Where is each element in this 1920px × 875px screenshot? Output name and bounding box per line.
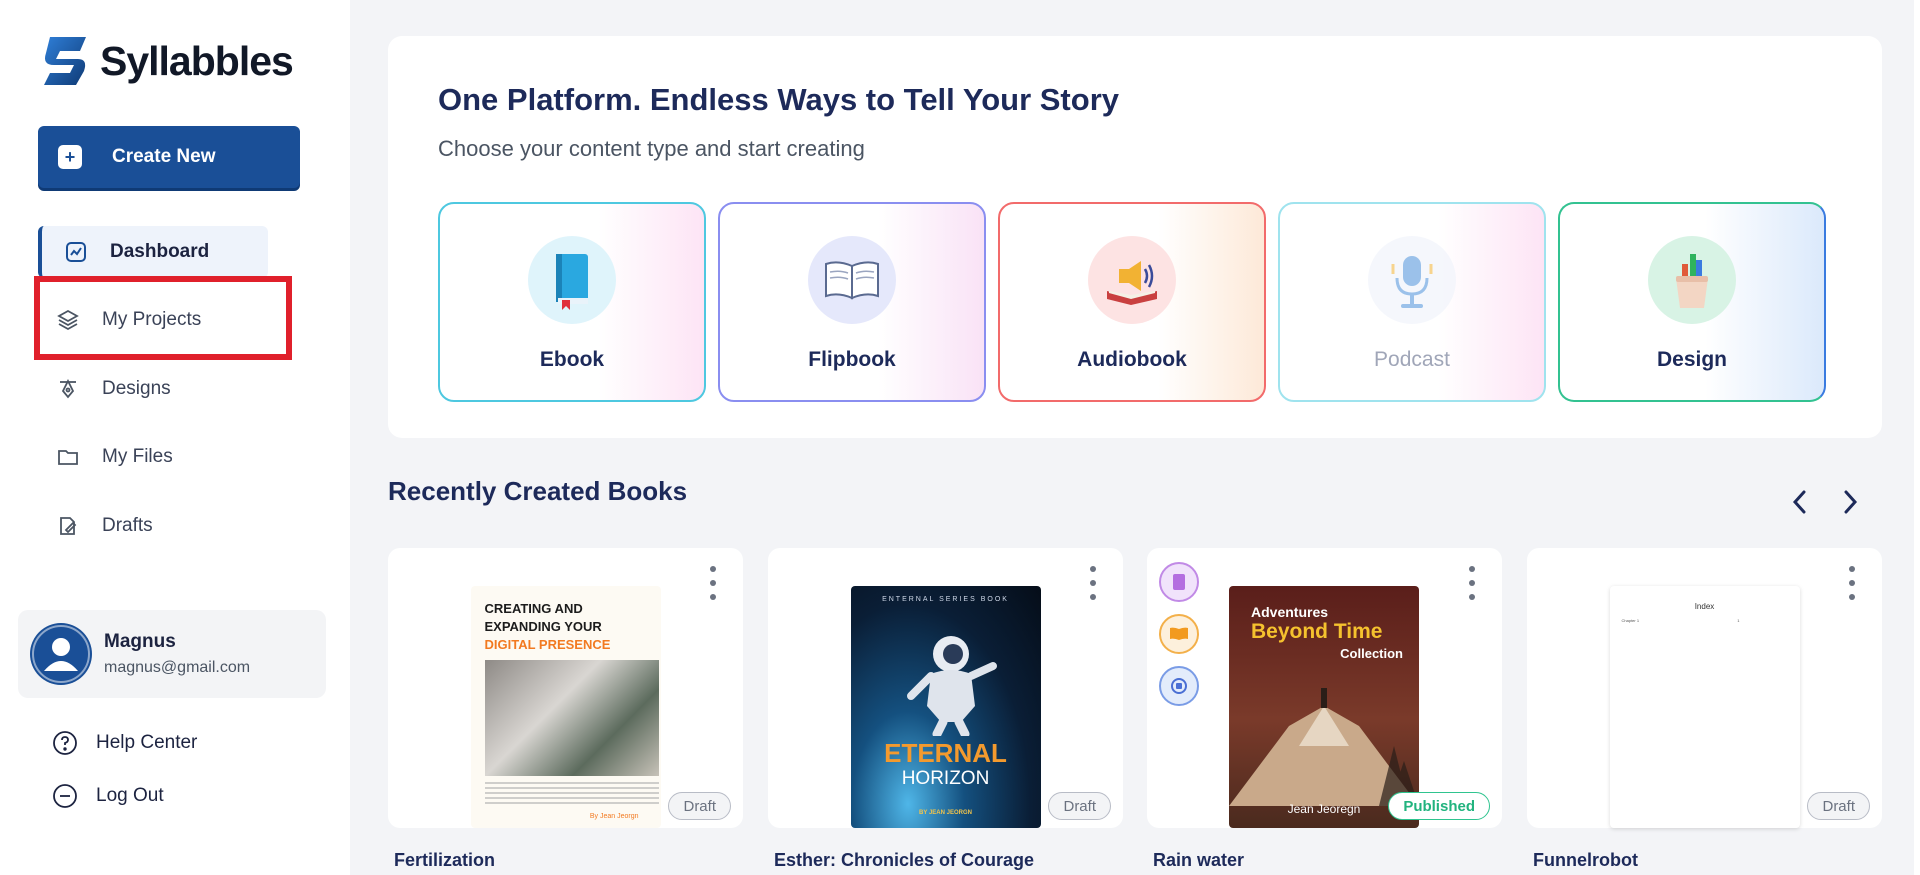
hero-subtitle: Choose your content type and start creat… bbox=[438, 136, 865, 161]
cover-series: ENTERNAL SERIES BOOK bbox=[882, 596, 1009, 603]
dashboard-icon bbox=[62, 238, 90, 266]
hero-title: One Platform. Endless Ways to Tell Your … bbox=[438, 82, 1120, 117]
drafts-icon bbox=[54, 512, 82, 540]
book-title[interactable]: Funnelrobot bbox=[1533, 850, 1638, 871]
cover-author: By Jean Jeorgn bbox=[589, 813, 639, 820]
book-card[interactable]: ENTERNAL SERIES BOOK ETERNAL HORIZON BY … bbox=[768, 548, 1123, 828]
cover-author: BY JEAN JEORGN bbox=[919, 810, 972, 816]
more-options-icon[interactable] bbox=[1462, 566, 1482, 600]
book-card[interactable]: Index Chapter 1 1 Draft bbox=[1527, 548, 1882, 828]
type-card-podcast[interactable]: Podcast bbox=[1278, 202, 1546, 402]
log-out-icon bbox=[53, 784, 77, 808]
more-options-icon[interactable] bbox=[703, 566, 723, 600]
type-card-label: Audiobook bbox=[1077, 348, 1187, 371]
cover-heading: Index bbox=[1694, 602, 1715, 611]
chevron-right-icon bbox=[1844, 490, 1858, 514]
plus-icon: + bbox=[58, 145, 82, 169]
logo-icon bbox=[44, 37, 86, 85]
cover-body-text bbox=[484, 782, 659, 804]
type-card-design[interactable]: Design bbox=[1558, 202, 1826, 402]
book-card[interactable]: Adventures Beyond Time Collection Jean J… bbox=[1147, 548, 1502, 828]
cover-line: Collection bbox=[1340, 646, 1403, 661]
more-options-icon[interactable] bbox=[1842, 566, 1862, 600]
cover-word: ETERNAL bbox=[884, 738, 1007, 768]
flipbook-format-icon[interactable] bbox=[1159, 614, 1199, 654]
sidebar: Syllabbles + Create New Dashboard My Pro… bbox=[0, 0, 350, 875]
cover-line: Beyond Time bbox=[1251, 620, 1383, 643]
sidebar-item-label: Designs bbox=[102, 378, 171, 399]
cover-line: Adventures bbox=[1251, 604, 1329, 620]
sidebar-item-label: Drafts bbox=[102, 515, 153, 536]
book-title[interactable]: Fertilization bbox=[394, 850, 495, 871]
logo[interactable]: Syllabbles bbox=[40, 33, 294, 89]
open-book-icon bbox=[808, 236, 896, 324]
status-badge: Draft bbox=[668, 792, 731, 820]
user-email: magnus@gmail.com bbox=[104, 659, 251, 676]
microphone-icon bbox=[1368, 236, 1456, 324]
astronaut-image bbox=[906, 636, 997, 736]
status-badge: Draft bbox=[1048, 792, 1111, 820]
content-type-panel: One Platform. Endless Ways to Tell Your … bbox=[388, 36, 1882, 438]
cover-page-number: 1 bbox=[1737, 618, 1740, 623]
type-card-label: Flipbook bbox=[808, 348, 896, 371]
next-arrow-button[interactable] bbox=[1836, 484, 1866, 520]
sidebar-item-designs[interactable]: Designs bbox=[38, 363, 268, 415]
type-card-label: Podcast bbox=[1374, 348, 1450, 371]
sidebar-item-label: Dashboard bbox=[110, 241, 210, 262]
book-title[interactable]: Esther: Chronicles of Courage bbox=[774, 850, 1034, 871]
book-cover: Adventures Beyond Time Collection Jean J… bbox=[1229, 586, 1419, 828]
mountain-image bbox=[1229, 688, 1419, 806]
sidebar-item-label: My Files bbox=[102, 446, 173, 467]
selection-highlight bbox=[34, 276, 292, 360]
sidebar-item-dashboard[interactable]: Dashboard bbox=[38, 226, 268, 278]
avatar bbox=[30, 623, 92, 685]
cover-photo bbox=[484, 660, 659, 776]
status-badge: Published bbox=[1388, 792, 1490, 820]
audiobook-icon bbox=[1088, 236, 1176, 324]
design-cup-icon bbox=[1648, 236, 1736, 324]
book-cover: CREATING AND EXPANDING YOUR DIGITAL PRES… bbox=[470, 586, 661, 828]
help-center-label: Help Center bbox=[96, 732, 198, 753]
type-card-audiobook[interactable]: Audiobook bbox=[998, 202, 1266, 402]
scrollbar-track[interactable] bbox=[1914, 0, 1920, 875]
chevron-left-icon bbox=[1792, 490, 1806, 514]
ebook-format-icon[interactable] bbox=[1159, 562, 1199, 602]
user-name: Magnus bbox=[104, 631, 176, 652]
help-icon bbox=[53, 731, 77, 755]
folder-icon bbox=[54, 443, 82, 471]
type-card-label: Ebook bbox=[539, 348, 605, 371]
recent-books-title: Recently Created Books bbox=[388, 476, 688, 506]
log-out-label: Log Out bbox=[96, 785, 164, 806]
help-center-link[interactable]: Help Center bbox=[52, 730, 197, 756]
cover-line: EXPANDING YOUR bbox=[484, 619, 602, 634]
audiobook-format-icon[interactable] bbox=[1159, 666, 1199, 706]
create-new-label: Create New bbox=[112, 146, 216, 167]
create-new-button[interactable]: + Create New bbox=[38, 126, 300, 188]
status-badge: Draft bbox=[1807, 792, 1870, 820]
book-cover: Index Chapter 1 1 bbox=[1609, 586, 1800, 828]
book-cover: ENTERNAL SERIES BOOK ETERNAL HORIZON BY … bbox=[850, 586, 1041, 828]
type-card-flipbook[interactable]: Flipbook bbox=[718, 202, 986, 402]
cover-line: CREATING AND bbox=[484, 601, 583, 616]
user-card[interactable]: Magnus magnus@gmail.com bbox=[18, 610, 326, 698]
cover-line: DIGITAL PRESENCE bbox=[484, 637, 611, 652]
app-name: Syllabbles bbox=[100, 37, 294, 84]
log-out-link[interactable]: Log Out bbox=[52, 783, 164, 809]
cover-word: HORIZON bbox=[901, 768, 990, 789]
prev-arrow-button[interactable] bbox=[1784, 484, 1814, 520]
type-card-ebook[interactable]: Ebook bbox=[438, 202, 706, 402]
type-card-label: Design bbox=[1656, 348, 1727, 371]
more-options-icon[interactable] bbox=[1083, 566, 1103, 600]
book-card[interactable]: CREATING AND EXPANDING YOUR DIGITAL PRES… bbox=[388, 548, 743, 828]
sidebar-item-drafts[interactable]: Drafts bbox=[38, 500, 268, 552]
pen-tool-icon bbox=[54, 375, 82, 403]
cover-entry: Chapter 1 bbox=[1621, 618, 1640, 623]
sidebar-item-my-files[interactable]: My Files bbox=[38, 431, 268, 483]
ebook-icon bbox=[528, 236, 616, 324]
book-title[interactable]: Rain water bbox=[1153, 850, 1244, 871]
